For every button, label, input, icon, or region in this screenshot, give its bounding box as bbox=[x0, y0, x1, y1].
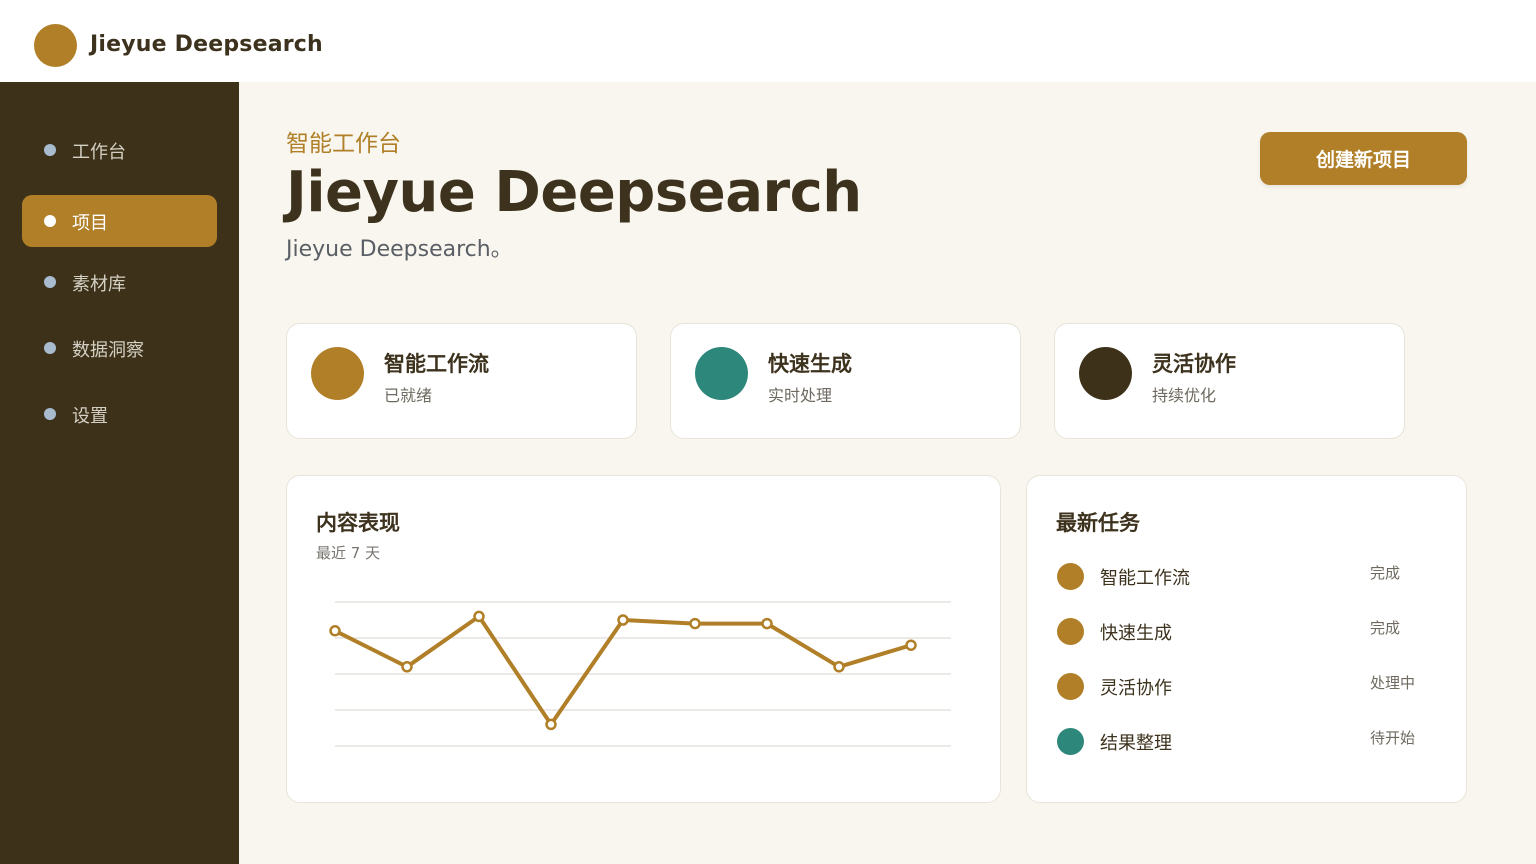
chart-data-point[interactable] bbox=[401, 661, 413, 673]
task-row[interactable]: 快速生成 完成 bbox=[1056, 617, 1436, 647]
page-kicker: 智能工作台 bbox=[286, 131, 401, 157]
feature-card-generate[interactable]: 快速生成 实时处理 bbox=[670, 323, 1021, 439]
chart-data-point[interactable] bbox=[473, 610, 485, 623]
feature-card-workflow[interactable]: 智能工作流 已就绪 bbox=[286, 323, 637, 439]
feature-card-collab[interactable]: 灵活协作 持续优化 bbox=[1054, 323, 1405, 439]
task-row[interactable]: 结果整理 待开始 bbox=[1056, 727, 1436, 757]
chart-data-point[interactable] bbox=[761, 617, 773, 630]
sidebar-item-projects[interactable]: 项目 bbox=[22, 195, 217, 247]
task-status: 待开始 bbox=[1370, 729, 1416, 747]
tasks-panel: 最新任务 智能工作流 完成 快速生成 完成 灵活协作 处理中 结果整理 待开始 bbox=[1026, 475, 1467, 803]
task-status: 完成 bbox=[1370, 619, 1401, 637]
sidebar-item-insights[interactable]: 数据洞察 bbox=[22, 322, 217, 374]
chart-series-line bbox=[333, 614, 913, 727]
sidebar-item-label: 设置 bbox=[72, 406, 108, 427]
task-name: 结果整理 bbox=[1100, 733, 1172, 754]
brand-logo-icon[interactable] bbox=[34, 24, 77, 67]
panel-subtitle: 最近 7 天 bbox=[316, 544, 381, 562]
sidebar-item-label: 数据洞察 bbox=[72, 340, 144, 361]
chart-data-point[interactable] bbox=[329, 625, 341, 637]
feature-title: 灵活协作 bbox=[1152, 352, 1236, 376]
panel-title: 最新任务 bbox=[1056, 511, 1140, 535]
feature-status: 实时处理 bbox=[768, 386, 833, 405]
feature-title: 智能工作流 bbox=[384, 352, 489, 376]
sidebar-item-label: 工作台 bbox=[72, 142, 126, 163]
feature-status: 持续优化 bbox=[1152, 386, 1217, 405]
top-bar: Jieyue Deepsearch bbox=[0, 0, 1536, 82]
bullet-icon bbox=[44, 408, 56, 420]
task-status-dot-icon bbox=[1057, 563, 1084, 590]
chart-data-point[interactable] bbox=[689, 617, 701, 630]
brand-name[interactable]: Jieyue Deepsearch bbox=[90, 32, 323, 57]
task-name: 灵活协作 bbox=[1100, 678, 1172, 699]
sidebar-item-label: 项目 bbox=[72, 213, 108, 234]
page-title: Jieyue Deepsearch bbox=[286, 160, 862, 225]
task-status: 完成 bbox=[1370, 564, 1401, 582]
task-status-dot-icon bbox=[1057, 618, 1084, 645]
panel-title: 内容表现 bbox=[316, 511, 400, 535]
sidebar-item-assets[interactable]: 素材库 bbox=[22, 256, 217, 308]
feature-circle-icon bbox=[1079, 347, 1132, 400]
chart-data-point[interactable] bbox=[617, 614, 629, 626]
page-subtitle: Jieyue Deepsearch。 bbox=[286, 237, 513, 262]
feature-title: 快速生成 bbox=[768, 352, 852, 376]
sidebar-item-workbench[interactable]: 工作台 bbox=[22, 124, 217, 176]
task-name: 智能工作流 bbox=[1100, 568, 1190, 589]
chart-data-point[interactable] bbox=[545, 718, 557, 731]
bullet-icon bbox=[44, 342, 56, 354]
feature-circle-icon bbox=[311, 347, 364, 400]
create-project-button[interactable]: 创建新项目 bbox=[1260, 132, 1467, 185]
sidebar: 工作台 项目 素材库 数据洞察 设置 bbox=[0, 82, 239, 864]
task-status-dot-icon bbox=[1057, 673, 1084, 700]
task-name: 快速生成 bbox=[1100, 623, 1172, 644]
bullet-icon bbox=[44, 276, 56, 288]
sidebar-item-label: 素材库 bbox=[72, 274, 126, 295]
feature-circle-icon bbox=[695, 347, 748, 400]
task-status-dot-icon bbox=[1057, 728, 1084, 755]
sidebar-item-settings[interactable]: 设置 bbox=[22, 388, 217, 440]
task-row[interactable]: 智能工作流 完成 bbox=[1056, 562, 1436, 592]
bullet-icon bbox=[44, 215, 56, 227]
bullet-icon bbox=[44, 144, 56, 156]
chart-data-point[interactable] bbox=[833, 661, 845, 673]
chart-data-point[interactable] bbox=[905, 639, 917, 651]
task-status: 处理中 bbox=[1370, 674, 1416, 692]
performance-panel: 内容表现 最近 7 天 bbox=[286, 475, 1001, 803]
task-row[interactable]: 灵活协作 处理中 bbox=[1056, 672, 1436, 702]
feature-status: 已就绪 bbox=[384, 386, 433, 405]
